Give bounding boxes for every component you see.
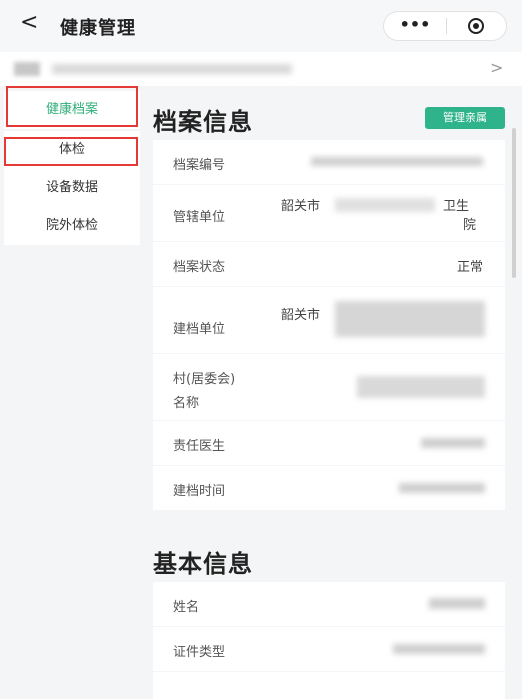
- label-created: 建档时间: [173, 484, 226, 499]
- label-jurisdiction: 管辖单位: [173, 210, 226, 225]
- value-jurisdiction-blurred: [335, 198, 435, 212]
- value-village-blurred: [357, 376, 485, 398]
- row-next-partial: [153, 672, 505, 699]
- section-title-record: 档案信息: [153, 108, 253, 136]
- value-jurisdiction-tail-2: 院: [463, 218, 477, 233]
- label-village-line1: 村(居委会): [173, 372, 236, 387]
- value-created-blurred: [399, 483, 485, 493]
- value-id-type-blurred: [393, 644, 485, 654]
- section-title-basic: 基本信息: [153, 550, 253, 578]
- value-status: 正常: [456, 260, 483, 275]
- value-name-blurred: [429, 598, 485, 609]
- value-record-no-blurred: [311, 157, 483, 166]
- value-builder-prefix: 韶关市: [281, 308, 321, 323]
- user-selector-bar[interactable]: >: [0, 52, 522, 86]
- label-id-type: 证件类型: [173, 645, 226, 660]
- label-name: 姓名: [173, 600, 200, 615]
- row-builder: 建档单位 韶关市: [153, 287, 505, 353]
- row-jurisdiction: 管辖单位 韶关市 卫生 院: [153, 185, 505, 241]
- row-id-type: 证件类型: [153, 627, 505, 671]
- row-record-no: 档案编号: [153, 140, 505, 184]
- label-village-line2: 名称: [173, 396, 200, 411]
- page-title: 健康管理: [60, 18, 136, 39]
- capsule-divider: [446, 18, 447, 34]
- main-content: 档案信息 管理亲属 档案编号 管辖单位 韶关市 卫生 院 档案状态 正常 建档单…: [153, 86, 505, 699]
- row-village: 村(居委会) 名称: [153, 354, 505, 420]
- value-jurisdiction-prefix: 韶关市: [281, 199, 321, 214]
- row-name: 姓名: [153, 582, 505, 626]
- row-doctor: 责任医生: [153, 421, 505, 465]
- row-created: 建档时间: [153, 466, 505, 510]
- more-dots-icon[interactable]: •••: [384, 12, 446, 40]
- target-circle-icon[interactable]: [468, 18, 484, 34]
- top-bar: < 健康管理 •••: [0, 0, 522, 52]
- scrollbar[interactable]: [512, 128, 516, 278]
- avatar: [14, 62, 40, 76]
- value-doctor-blurred: [421, 438, 485, 448]
- sidebar-item-device-data[interactable]: 设备数据: [4, 169, 140, 207]
- row-status: 档案状态 正常: [153, 242, 505, 286]
- sidebar-item-checkup[interactable]: 体检: [4, 131, 140, 169]
- chevron-right-icon[interactable]: >: [490, 58, 503, 77]
- sidebar: 健康档案 体检 设备数据 院外体检: [0, 86, 140, 699]
- label-status: 档案状态: [173, 260, 226, 275]
- label-builder: 建档单位: [173, 322, 226, 337]
- sidebar-item-health-record[interactable]: 健康档案: [4, 91, 140, 129]
- label-doctor: 责任医生: [173, 439, 226, 454]
- value-builder-blurred: [335, 301, 485, 337]
- mini-program-capsule: •••: [383, 11, 507, 41]
- user-info-blurred: [52, 64, 292, 74]
- manage-relatives-button[interactable]: 管理亲属: [425, 107, 505, 129]
- sidebar-item-external-checkup[interactable]: 院外体检: [4, 207, 140, 245]
- value-jurisdiction-tail-1: 卫生: [443, 199, 470, 214]
- back-icon[interactable]: <: [20, 10, 38, 35]
- label-record-no: 档案编号: [173, 158, 226, 173]
